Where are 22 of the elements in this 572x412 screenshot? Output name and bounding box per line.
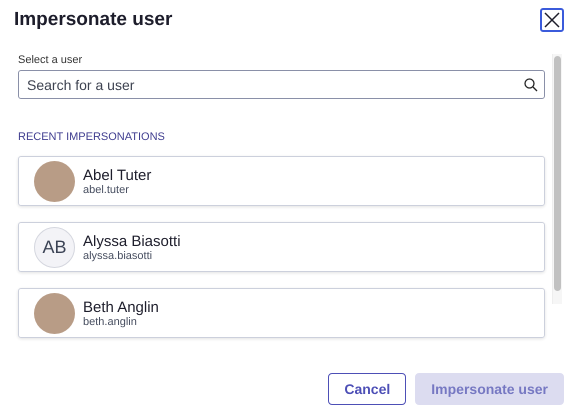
cancel-button[interactable]: Cancel	[328, 373, 406, 405]
username: beth.anglin	[83, 316, 138, 328]
close-icon	[543, 11, 561, 29]
field-label: Select a user	[18, 54, 84, 66]
search-icon	[524, 78, 538, 92]
initials-avatar: AB	[34, 226, 75, 268]
username: alyssa.biasotti	[83, 250, 154, 262]
user-card[interactable]: AB Alyssa Biasotti alyssa.biasotti	[18, 222, 545, 272]
close-button[interactable]	[540, 8, 564, 32]
user-name: Alyssa Biasotti	[83, 232, 181, 250]
username: abel.tuter	[83, 184, 130, 196]
avatar-placeholder	[34, 160, 75, 202]
dialog-title: Impersonate user	[14, 9, 172, 31]
user-card[interactable]: Beth Anglin beth.anglin	[18, 288, 545, 338]
search-field[interactable]: Search for a user	[18, 70, 545, 99]
user-name: Beth Anglin	[83, 298, 159, 316]
avatar-placeholder	[34, 292, 75, 334]
user-card[interactable]: Abel Tuter abel.tuter	[18, 156, 545, 206]
section-heading: RECENT IMPERSONATIONS	[18, 131, 166, 143]
scrollbar[interactable]	[552, 54, 562, 304]
user-name: Abel Tuter	[83, 166, 152, 184]
scrollbar-thumb[interactable]	[554, 56, 561, 291]
